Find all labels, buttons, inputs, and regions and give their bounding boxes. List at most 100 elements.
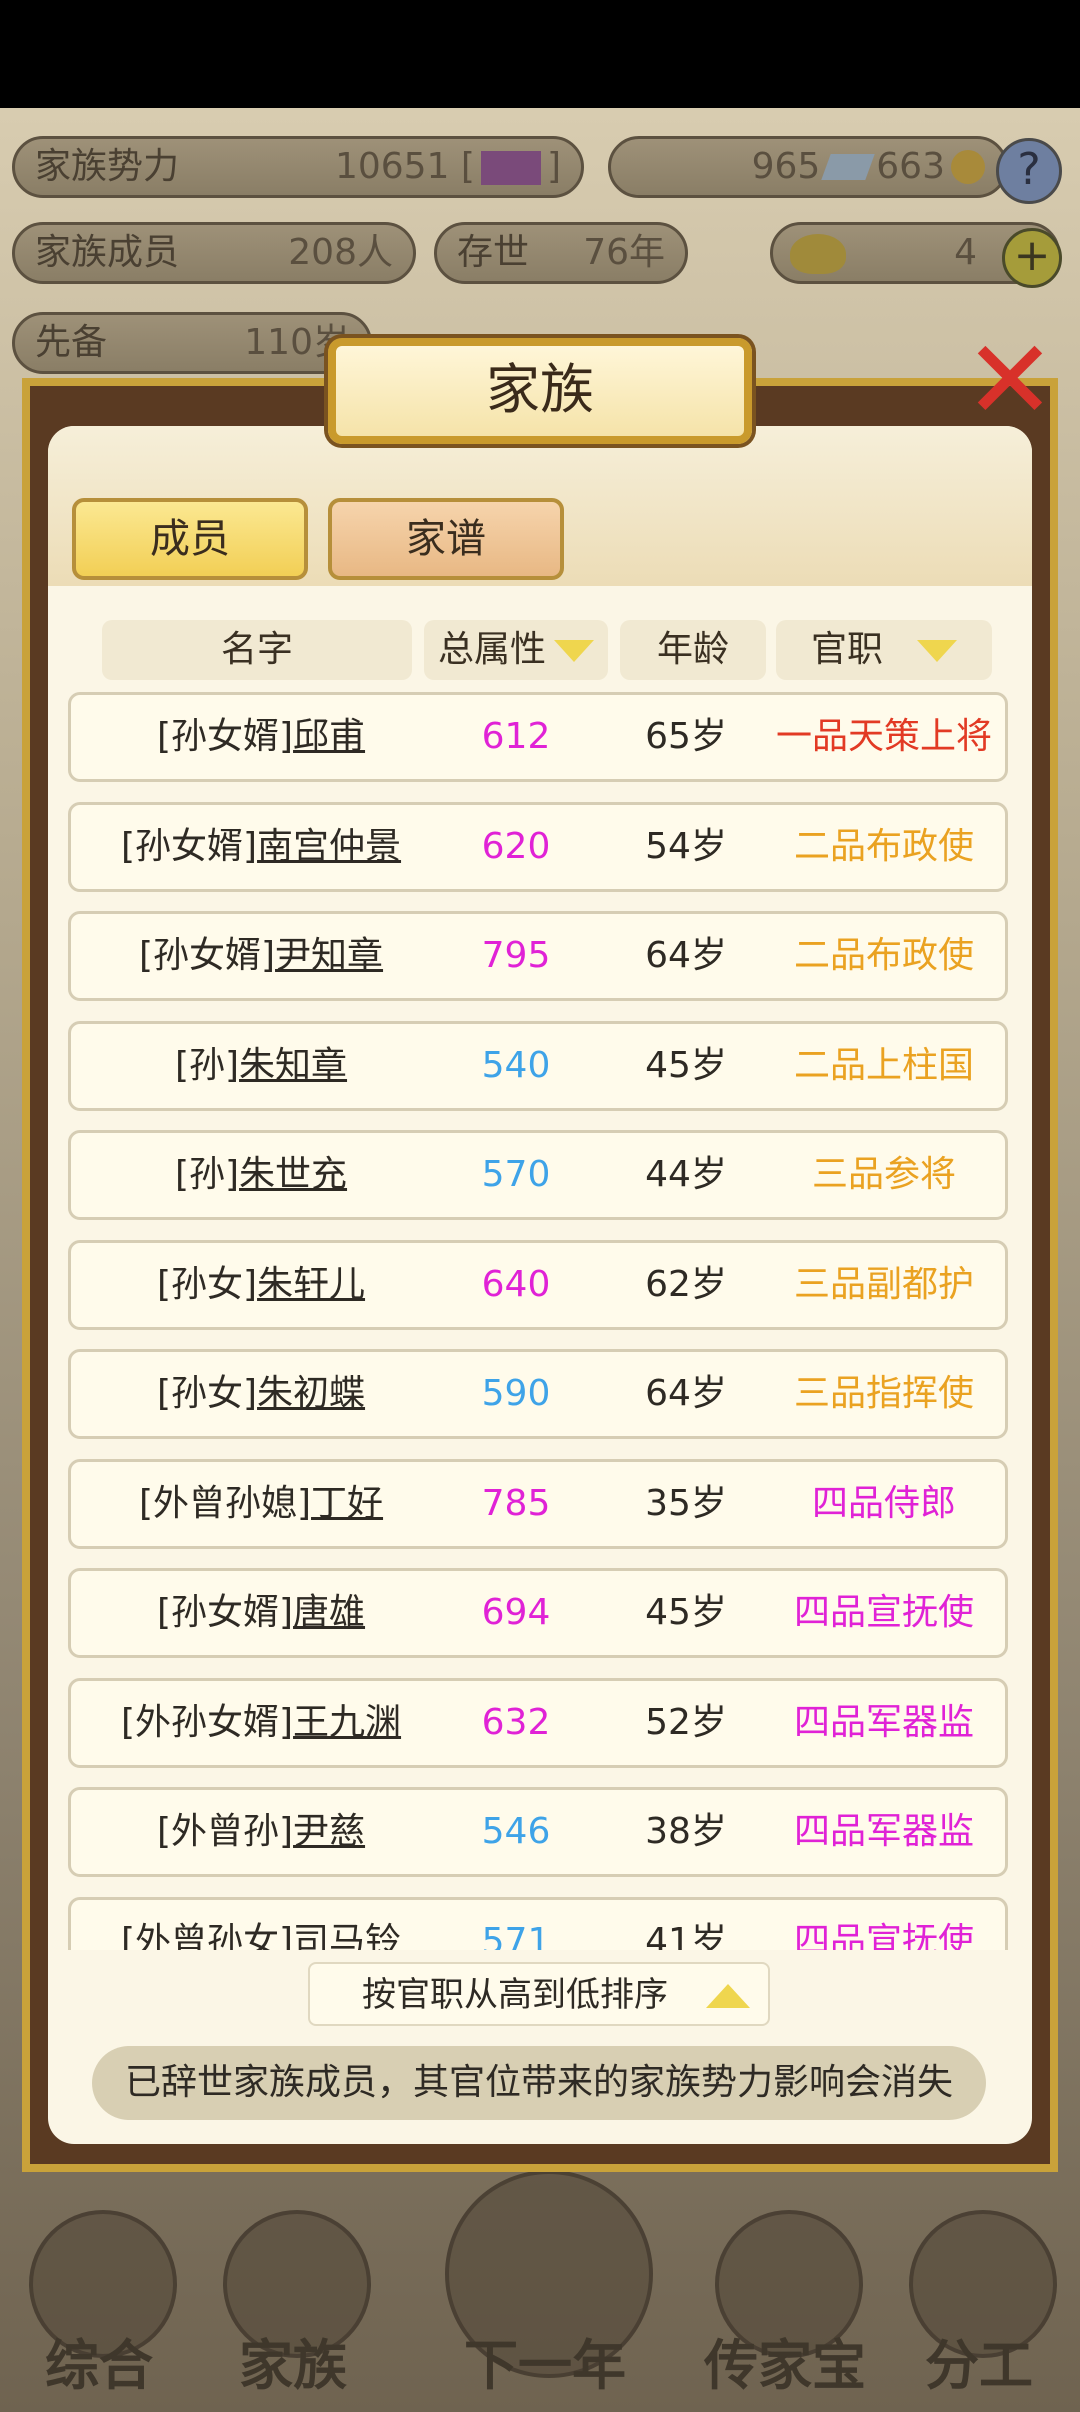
member-relation: [外曾孙女] [120,1920,294,1951]
member-attr: 640 [481,1263,551,1305]
table-row[interactable]: [孙女婿]邱甫 612 65岁 一品天策上将 [68,692,1008,782]
nav-division[interactable]: 分工 [884,2170,1074,2412]
member-age: 65岁 [645,716,727,757]
close-button[interactable]: ✕ [960,325,1060,435]
table-row[interactable]: [孙]朱世充 570 44岁 三品参将 [68,1130,1008,1220]
column-name-label: 名字 [220,629,293,670]
member-age: 64岁 [645,935,727,976]
nav-heirloom[interactable]: 传家宝 [690,2170,880,2412]
member-name-link[interactable]: 朱轩儿 [257,1264,365,1305]
gold-value: 4 [954,232,977,273]
member-relation: [外曾孙媳] [138,1482,312,1524]
member-attr: 571 [481,1920,551,1951]
member-title: 一品天策上将 [775,716,992,757]
nav-division-label: 分工 [925,2334,1033,2397]
column-header-attr[interactable]: 总属性 [424,620,608,680]
member-relation: [孙女婿] [156,716,294,757]
member-title: 三品指挥使 [793,1373,974,1414]
column-header-age[interactable]: 年龄 [620,620,766,680]
tab-genealogy[interactable]: 家谱 [328,498,564,580]
table-row[interactable]: [孙女婿]尹知章 795 64岁 二品布政使 [68,911,1008,1001]
member-relation: [孙] [174,1044,240,1086]
member-age: 64岁 [645,1373,727,1414]
table-row[interactable]: [孙女]朱轩儿 640 62岁 三品副都护 [68,1239,1008,1330]
member-name-link[interactable]: 尹知章 [275,935,383,976]
member-attr: 546 [481,1811,551,1852]
member-name-link[interactable]: 王九渊 [293,1702,401,1743]
nav-next-year-label: 下一年 [464,2334,626,2397]
member-name-link[interactable]: 司马铃 [293,1921,401,1951]
member-name-cell: [孙女婿]南宫仲景 [71,805,451,889]
member-title: 四品军器监 [793,1811,974,1852]
modal-title: 家族 [328,338,752,444]
member-name-link[interactable]: 南宫仲景 [257,826,401,867]
member-attr: 612 [481,716,551,757]
family-power-label: 家族势力 [35,146,180,187]
table-row[interactable]: [外曾孙]尹慈 546 38岁 四品军器监 [68,1787,1008,1877]
member-attr: 795 [481,935,551,976]
member-age: 41岁 [645,1920,727,1951]
column-age-label: 年龄 [656,629,729,670]
member-name-link[interactable]: 朱初蝶 [257,1373,365,1414]
sort-up-icon [706,1984,750,2008]
column-header-name[interactable]: 名字 [102,620,412,680]
member-name-link[interactable]: 朱知章 [239,1045,347,1086]
member-name-cell: [孙女婿]尹知章 [71,914,451,998]
table-row[interactable]: [外曾孙媳]丁好 785 35岁 四品侍郎 [68,1458,1008,1549]
member-attr: 620 [481,825,551,867]
member-name-cell: [孙女]朱轩儿 [71,1243,451,1327]
column-header-title[interactable]: 官职 [776,620,992,680]
coin-icon [951,150,985,184]
member-attr: 694 [481,1592,551,1633]
member-name-link[interactable]: 唐雄 [293,1592,365,1633]
resource-2-value: 663 [876,146,945,187]
member-title: 四品侍郎 [811,1482,956,1524]
member-age: 54岁 [645,825,727,867]
family-power-value: 10651 [ [334,146,475,187]
table-row[interactable]: [孙女]朱初蝶 590 64岁 三品指挥使 [68,1349,1008,1439]
column-title-label: 官职 [810,629,883,670]
resources-stat: 965 663 [608,136,1008,198]
member-name-cell: [外孙女婿]王九渊 [71,1681,451,1765]
member-name-link[interactable]: 邱甫 [293,716,365,757]
alive-value: 76年 [583,232,665,273]
jade-icon [821,154,876,180]
member-attr: 785 [481,1482,551,1524]
tab-members[interactable]: 成员 [72,498,308,580]
member-list[interactable]: [孙女婿]邱甫 612 65岁 一品天策上将 [孙女婿]南宫仲景 620 54岁 二品布政使[… [68,692,1008,1950]
bottom-nav: 综合 家族 下一年 传家宝 分工 [0,2170,1080,2412]
member-name-link[interactable]: 朱世充 [239,1154,347,1195]
resource-1-value: 965 [751,146,821,187]
add-gold-button[interactable]: + [1002,228,1062,288]
table-row[interactable]: [外曾孙女]司马铃 571 41岁 四品宣抚使 [68,1896,1008,1951]
member-attr: 570 [481,1154,551,1195]
table-row[interactable]: [孙女婿]唐雄 694 45岁 四品宣抚使 [68,1568,1008,1658]
member-name-link[interactable]: 丁好 [311,1483,383,1524]
member-age: 62岁 [645,1263,727,1305]
member-relation: [孙女婿] [156,1592,294,1633]
ancestor-label: 先备 [35,322,108,363]
table-row[interactable]: [孙]朱知章 540 45岁 二品上柱国 [68,1020,1008,1111]
alive-label: 存世 [457,232,530,273]
sort-order-button[interactable]: 按官职从高到低排序 [308,1962,770,2026]
deceased-notice: 已辞世家族成员，其官位带来的家族势力影响会消失 [92,2046,986,2120]
nav-next-year[interactable]: 下一年 [420,2170,670,2412]
help-button[interactable]: ? [996,138,1062,204]
table-row[interactable]: [外孙女婿]王九渊 632 52岁 四品军器监 [68,1677,1008,1768]
member-name-cell: [孙女]朱初蝶 [71,1352,451,1436]
member-title: 四品军器监 [793,1701,974,1743]
ancestor-stat: 先备 110岁 [12,312,372,374]
gold-ingot-icon [790,234,846,274]
nav-overview[interactable]: 综合 [4,2170,194,2412]
member-relation: [外曾孙] [156,1811,294,1852]
member-age: 44岁 [645,1154,727,1195]
member-title: 四品宣抚使 [793,1592,974,1633]
member-name-link[interactable]: 尹慈 [293,1811,365,1852]
table-row[interactable]: [孙女婿]南宫仲景 620 54岁 二品布政使 [68,801,1008,892]
member-name-cell: [外曾孙女]司马铃 [71,1900,451,1951]
member-name-cell: [孙女婿]邱甫 [71,695,451,779]
nav-family[interactable]: 家族 [198,2170,388,2412]
member-name-cell: [外曾孙媳]丁好 [71,1462,451,1546]
members-label: 家族成员 [35,232,180,273]
member-age: 45岁 [645,1044,727,1086]
